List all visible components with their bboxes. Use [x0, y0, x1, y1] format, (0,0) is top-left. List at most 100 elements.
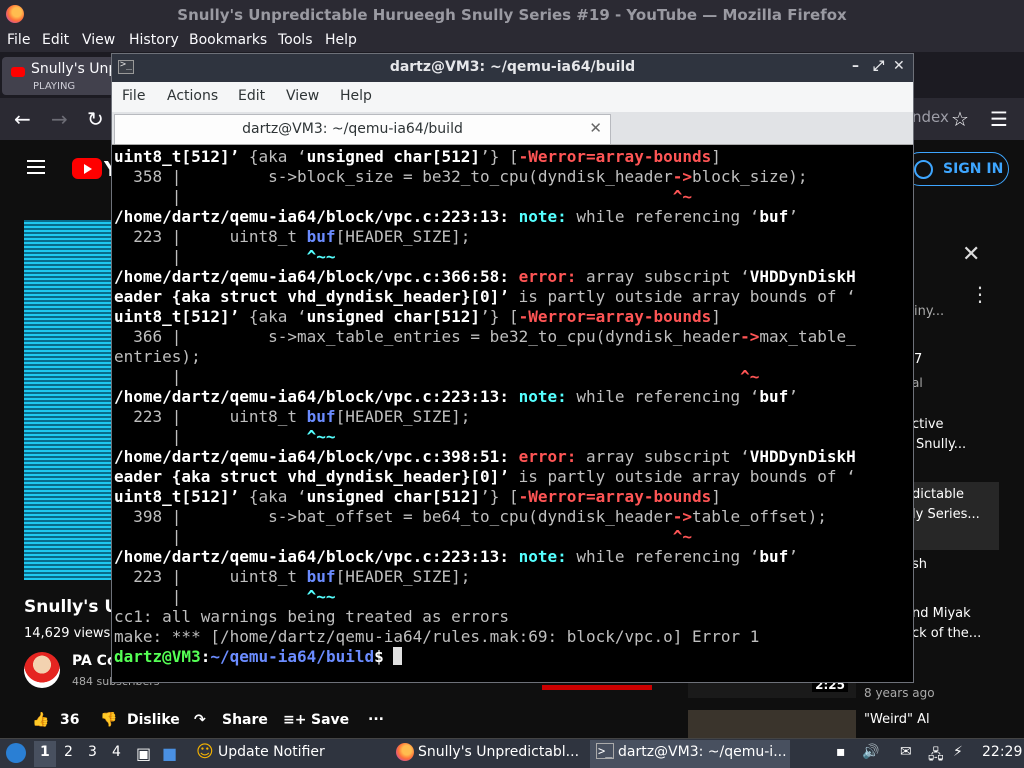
firefox-menubar: File Edit View History Bookmarks Tools H… — [0, 30, 1024, 52]
workspace-3[interactable]: 3 — [88, 744, 97, 760]
reload-icon[interactable]: ↻ — [87, 107, 104, 131]
like-icon[interactable]: 👍 — [32, 712, 49, 728]
firefox-tab-youtube[interactable]: Snully's Unp PLAYING — [2, 57, 120, 95]
terminal-icon: >_ — [596, 743, 615, 759]
shell-prompt[interactable]: dartz@VM3:~/qemu-ia64/build$ — [114, 647, 911, 667]
sidebar-fragment: ctive — [912, 417, 944, 432]
kebab-menu-icon[interactable]: ⋮ — [970, 282, 990, 306]
power-icon[interactable]: ⚡ — [953, 744, 963, 760]
ff-menu-help[interactable]: Help — [325, 32, 357, 48]
save-icon[interactable]: ≡+ — [283, 712, 306, 728]
start-menu-icon[interactable] — [6, 743, 26, 763]
dislike-icon[interactable]: 👎 — [100, 712, 117, 728]
terminal-menubar: File Actions Edit View Help — [112, 82, 913, 112]
volume-icon[interactable]: 🔊 — [862, 744, 879, 760]
terminal-line: cc1: all warnings being treated as error… — [114, 607, 509, 626]
term-menu-edit[interactable]: Edit — [238, 88, 265, 104]
network-icon[interactable]: 🖧 — [928, 744, 944, 768]
sidebar-fragment: ck of the... — [912, 626, 982, 641]
ff-menu-history[interactable]: History — [129, 32, 179, 48]
account-icon — [914, 160, 933, 179]
tab-close-icon[interactable]: ✕ — [589, 119, 602, 137]
ff-menu-bookmarks[interactable]: Bookmarks — [189, 32, 267, 48]
more-actions-icon[interactable]: ... — [368, 708, 384, 724]
text-cursor — [393, 647, 403, 665]
terminal-tabbar: dartz@VM3: ~/qemu-ia64/build ✕ — [112, 112, 913, 145]
task-terminal[interactable]: >_ dartz@VM3: ~/qemu-i... — [590, 740, 790, 768]
url-bar-text[interactable]: ndex — [912, 108, 949, 126]
file-manager-icon[interactable]: ▣ — [136, 744, 151, 763]
terminal-line: | ^~~ — [114, 587, 336, 606]
terminal-line: | ^~~ — [114, 427, 336, 446]
ff-menu-edit[interactable]: Edit — [42, 32, 69, 48]
term-menu-file[interactable]: File — [122, 88, 145, 104]
forward-arrow-icon[interactable]: → — [51, 107, 68, 131]
tray-icon[interactable]: ▪ — [836, 744, 846, 760]
terminal-line: 358 | s->block_size = be32_to_cpu(dyndis… — [114, 167, 808, 186]
youtube-logo-icon[interactable] — [72, 158, 102, 179]
like-count[interactable]: 36 — [60, 712, 79, 728]
terminal-line: /home/dartz/qemu-ia64/block/vpc.c:223:13… — [114, 547, 798, 566]
terminal-line: uint8_t[512]’ {aka ‘unsigned char[512]’}… — [114, 307, 721, 326]
sidebar-fragment: nd Miyak — [912, 606, 971, 621]
terminal-line: 223 | uint8_t buf[HEADER_SIZE]; — [114, 567, 471, 586]
tab-title: Snully's Unp — [31, 61, 118, 77]
share-icon[interactable]: ↷ — [194, 712, 206, 728]
terminal-line: | ^~ — [114, 367, 760, 386]
dislike-label[interactable]: Dislike — [127, 712, 180, 728]
sidebar-upload-age: 8 years ago — [864, 686, 935, 700]
ff-menu-view[interactable]: View — [82, 32, 115, 48]
terminal-line: entries); — [114, 347, 201, 366]
ff-menu-file[interactable]: File — [7, 32, 30, 48]
save-label[interactable]: Save — [311, 712, 349, 728]
term-menu-view[interactable]: View — [286, 88, 319, 104]
update-notifier-icon: ☺ — [196, 742, 214, 762]
close-icon[interactable]: ✕ — [893, 58, 905, 74]
show-desktop-icon[interactable]: ■ — [162, 744, 177, 763]
terminal-line: eader {aka struct vhd_dyndisk_header}[0]… — [114, 287, 856, 306]
clock[interactable]: 22:29 — [982, 744, 1022, 760]
ff-menu-tools[interactable]: Tools — [278, 32, 313, 48]
close-icon[interactable]: ✕ — [962, 242, 980, 267]
notification-icon[interactable]: ✉ — [900, 744, 912, 760]
youtube-favicon-icon — [11, 67, 25, 77]
video-player[interactable] — [24, 220, 114, 580]
view-count: 14,629 views — [24, 626, 111, 641]
channel-avatar[interactable] — [24, 652, 60, 688]
sidebar-thumbnail[interactable] — [688, 710, 856, 740]
firefox-icon — [396, 743, 414, 761]
term-menu-actions[interactable]: Actions — [167, 88, 218, 104]
term-menu-help[interactable]: Help — [340, 88, 372, 104]
terminal-line: /home/dartz/qemu-ia64/block/vpc.c:223:13… — [114, 207, 798, 226]
firefox-window-title: Snully's Unpredictable Hurueegh Snully S… — [177, 6, 847, 24]
terminal-line: 398 | s->bat_offset = be64_to_cpu(dyndis… — [114, 507, 827, 526]
terminal-titlebar[interactable]: dartz@VM3: ~/qemu-ia64/build – ⤢ ✕ — [112, 54, 913, 82]
share-label[interactable]: Share — [222, 712, 268, 728]
terminal-tab[interactable]: dartz@VM3: ~/qemu-ia64/build ✕ — [114, 114, 611, 144]
task-update-notifier[interactable]: ☺ Update Notifier — [190, 740, 390, 768]
terminal-line: /home/dartz/qemu-ia64/block/vpc.c:223:13… — [114, 387, 798, 406]
bookmark-star-icon[interactable]: ☆ — [951, 107, 969, 131]
workspace-2[interactable]: 2 — [64, 744, 73, 760]
task-firefox[interactable]: Snully's Unpredictabl... — [392, 740, 588, 768]
terminal-line: | ^~~ — [114, 247, 336, 266]
terminal-tab-title: dartz@VM3: ~/qemu-ia64/build — [242, 121, 463, 137]
terminal-window: dartz@VM3: ~/qemu-ia64/build – ⤢ ✕ File … — [111, 53, 914, 683]
minimize-icon[interactable]: – — [852, 58, 859, 74]
terminal-window-title: dartz@VM3: ~/qemu-ia64/build — [389, 59, 636, 75]
sign-in-button[interactable]: SIGN IN — [903, 152, 1009, 186]
prompt-user: dartz@VM3 — [114, 647, 201, 666]
sidebar-fragment: "Weird" Al — [864, 712, 930, 727]
sidebar-fragment: ly Series... — [912, 507, 980, 522]
yt-guide-menu-icon[interactable] — [27, 160, 45, 174]
terminal-line: | ^~ — [114, 187, 692, 206]
hamburger-menu-icon[interactable]: ☰ — [990, 107, 1008, 131]
subscribe-button[interactable] — [542, 685, 652, 690]
workspace-1[interactable]: 1 — [40, 744, 50, 760]
task-label: dartz@VM3: ~/qemu-i... — [618, 744, 787, 760]
channel-name[interactable]: PA Co — [72, 653, 117, 669]
maximize-icon[interactable]: ⤢ — [873, 58, 884, 74]
workspace-4[interactable]: 4 — [112, 744, 121, 760]
back-arrow-icon[interactable]: ← — [14, 107, 31, 131]
terminal-output[interactable]: uint8_t[512]’ {aka ‘unsigned char[512]’}… — [114, 147, 911, 681]
